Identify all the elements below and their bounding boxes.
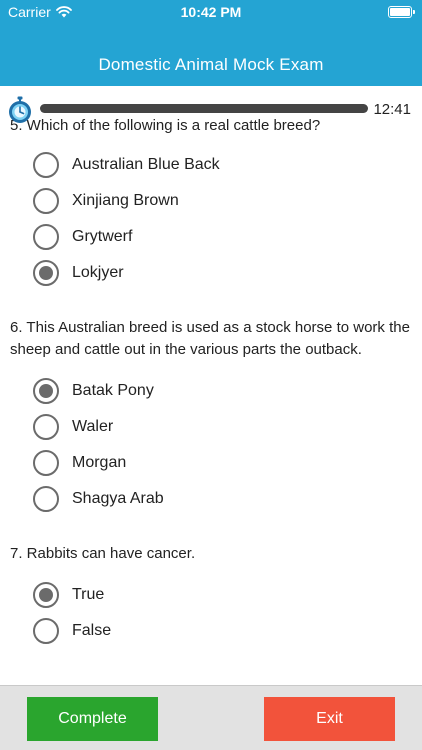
status-bar: Carrier 10:42 PM: [0, 0, 422, 24]
question: 7. Rabbits can have cancer. True False: [0, 543, 422, 649]
answer-label: Morgan: [72, 454, 127, 471]
status-time: 10:42 PM: [180, 4, 242, 20]
radio-button[interactable]: [33, 486, 59, 512]
radio-button[interactable]: [33, 414, 59, 440]
answer-label: Lokjyer: [72, 264, 124, 281]
answer-options: Batak Pony Waler Morgan Shagya Arab: [10, 373, 412, 517]
question-text: 7. Rabbits can have cancer.: [10, 545, 196, 562]
answer-label: Australian Blue Back: [72, 156, 220, 173]
page-title: Domestic Animal Mock Exam: [98, 55, 324, 74]
question-text: 6. This Australian breed is used as a st…: [10, 319, 410, 358]
answer-option[interactable]: Xinjiang Brown: [10, 183, 412, 219]
answer-label: Waler: [72, 418, 114, 435]
answer-option[interactable]: Grytwerf: [10, 219, 412, 255]
answer-options: Australian Blue Back Xinjiang Brown Gryt…: [10, 147, 412, 291]
answer-label: False: [72, 622, 112, 639]
answer-option[interactable]: Batak Pony: [10, 373, 412, 409]
answer-option[interactable]: Lokjyer: [10, 255, 412, 291]
stopwatch-icon: [9, 96, 31, 123]
answer-options: True False: [10, 577, 412, 649]
radio-button[interactable]: [33, 618, 59, 644]
answer-option[interactable]: False: [10, 613, 412, 649]
radio-button[interactable]: [33, 260, 59, 286]
answer-option[interactable]: Morgan: [10, 445, 412, 481]
answer-option[interactable]: Shagya Arab: [10, 481, 412, 517]
radio-button[interactable]: [33, 224, 59, 250]
question-list[interactable]: 5. Which of the following is a real catt…: [0, 115, 422, 685]
question: 6. This Australian breed is used as a st…: [0, 317, 422, 517]
answer-option[interactable]: Waler: [10, 409, 412, 445]
radio-button[interactable]: [33, 188, 59, 214]
answer-label: True: [72, 586, 105, 603]
radio-button[interactable]: [33, 378, 59, 404]
timer-bar: 12:41: [0, 94, 422, 124]
answer-label: Shagya Arab: [72, 490, 164, 507]
timer-remaining: 12:41: [373, 101, 411, 118]
answer-label: Grytwerf: [72, 228, 133, 245]
radio-button[interactable]: [33, 152, 59, 178]
answer-label: Xinjiang Brown: [72, 192, 179, 209]
answer-option[interactable]: Australian Blue Back: [10, 147, 412, 183]
radio-button[interactable]: [33, 450, 59, 476]
answer-option[interactable]: True: [10, 577, 412, 613]
exit-button[interactable]: Exit: [264, 697, 395, 741]
answer-label: Batak Pony: [72, 382, 154, 399]
question: 5. Which of the following is a real catt…: [0, 115, 422, 291]
app-header: Carrier 10:42 PM Domestic Animal Mock Ex…: [0, 0, 422, 86]
timer-progress-track: [40, 104, 368, 113]
footer-toolbar: Complete Exit: [0, 685, 422, 750]
radio-button[interactable]: [33, 582, 59, 608]
battery-icon: [388, 6, 415, 18]
complete-button[interactable]: Complete: [27, 697, 158, 741]
